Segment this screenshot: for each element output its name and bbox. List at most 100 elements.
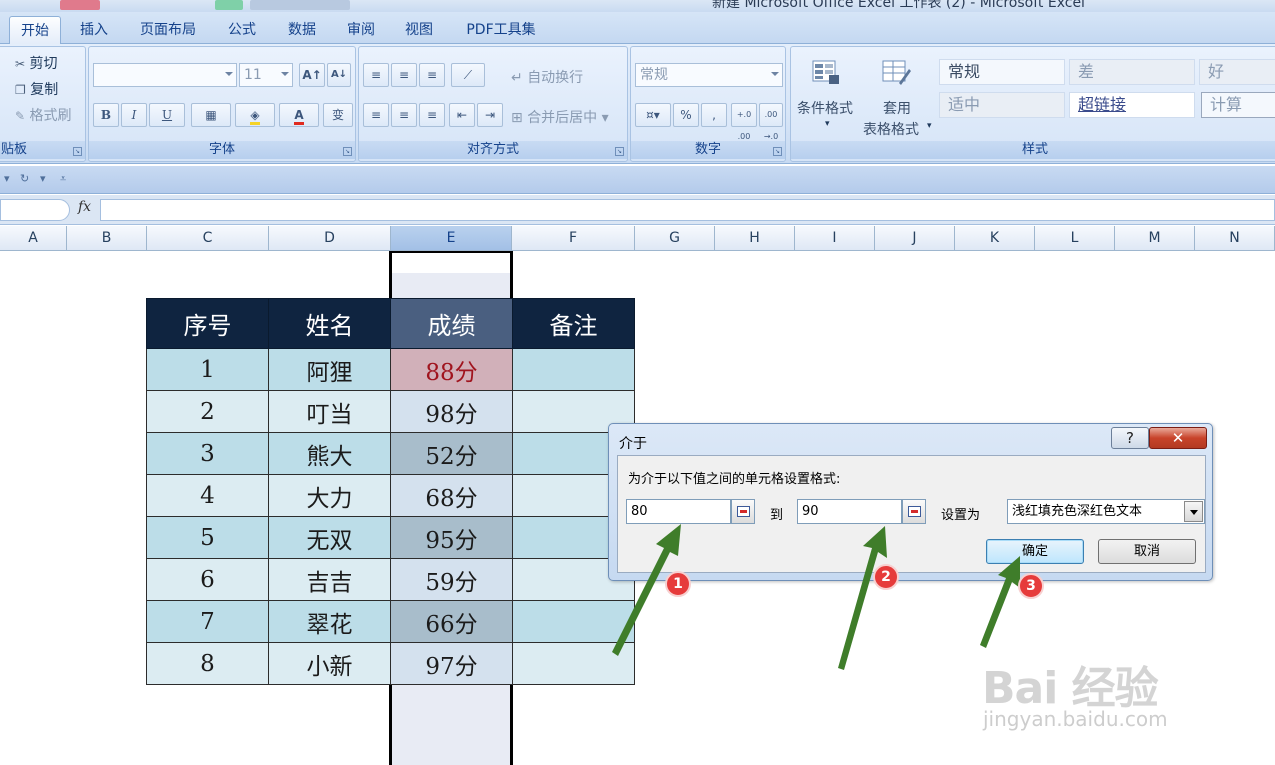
dialog-launcher-icon[interactable]: ↘ xyxy=(773,147,782,156)
cell-score[interactable]: 97分 xyxy=(390,642,513,685)
redo-icon[interactable]: ↻ xyxy=(20,172,29,185)
table-format-line2[interactable]: 表格格式 xyxy=(863,119,919,139)
cell-name[interactable]: 熊大 xyxy=(268,432,391,475)
to-value-input[interactable]: 90 xyxy=(797,499,902,524)
cell-note[interactable] xyxy=(512,348,635,391)
cell-score[interactable]: 66分 xyxy=(390,600,513,643)
tab-view[interactable]: 视图 xyxy=(393,16,445,44)
font-color-button[interactable]: A xyxy=(279,103,319,127)
cell-name[interactable]: 翠花 xyxy=(268,600,391,643)
comma-button[interactable]: , xyxy=(701,103,727,127)
cell-no[interactable]: 2 xyxy=(146,390,269,433)
cell-no[interactable]: 8 xyxy=(146,642,269,685)
cancel-button[interactable]: 取消 xyxy=(1098,539,1196,564)
column-header-h[interactable]: H xyxy=(715,226,795,251)
cell-name[interactable]: 小新 xyxy=(268,642,391,685)
cell-score[interactable]: 68分 xyxy=(390,474,513,517)
column-header-l[interactable]: L xyxy=(1035,226,1115,251)
shrink-font-button[interactable]: A↓ xyxy=(327,63,351,87)
column-header-a[interactable]: A xyxy=(0,226,67,251)
redo-dropdown-icon[interactable]: ▾ xyxy=(40,172,46,185)
font-name-combo[interactable] xyxy=(93,63,237,87)
align-right-button[interactable]: ≡ xyxy=(419,103,445,127)
column-header-n[interactable]: N xyxy=(1195,226,1275,251)
cut-button[interactable]: ✂ 剪切 xyxy=(15,53,58,73)
bold-button[interactable]: B xyxy=(93,103,119,127)
range-picker-icon[interactable] xyxy=(731,499,755,524)
cell-no[interactable]: 5 xyxy=(146,516,269,559)
currency-button[interactable]: ¤▾ xyxy=(635,103,671,127)
conditional-format-button[interactable]: 条件格式 xyxy=(797,98,853,118)
style-good[interactable]: 好 xyxy=(1199,59,1275,85)
cell-score-highlighted[interactable]: 88分 xyxy=(390,348,513,391)
column-header-f[interactable]: F xyxy=(512,226,635,251)
insert-function-icon[interactable]: fx xyxy=(78,199,91,215)
cell-note[interactable] xyxy=(512,642,635,685)
cell-score[interactable]: 98分 xyxy=(390,390,513,433)
style-hyperlink[interactable]: 超链接 xyxy=(1069,92,1195,118)
format-style-select[interactable]: 浅红填充色深红色文本 xyxy=(1007,499,1205,524)
font-size-combo[interactable]: 11 xyxy=(239,63,293,87)
column-header-d[interactable]: D xyxy=(269,226,391,251)
dialog-launcher-icon[interactable]: ↘ xyxy=(343,147,352,156)
header-note[interactable]: 备注 xyxy=(512,298,635,349)
cell-no[interactable]: 4 xyxy=(146,474,269,517)
align-center-button[interactable]: ≡ xyxy=(391,103,417,127)
column-header-c[interactable]: C xyxy=(147,226,269,251)
underline-button[interactable]: U xyxy=(149,103,185,127)
cell-no[interactable]: 3 xyxy=(146,432,269,475)
table-format-line1[interactable]: 套用 xyxy=(883,98,911,118)
cell-name[interactable]: 阿狸 xyxy=(268,348,391,391)
header-score[interactable]: 成绩 xyxy=(390,298,513,349)
cell-no[interactable]: 7 xyxy=(146,600,269,643)
decrease-indent-button[interactable]: ⇤ xyxy=(449,103,475,127)
close-button[interactable]: ✕ xyxy=(1149,427,1207,449)
column-header-g[interactable]: G xyxy=(635,226,715,251)
cell-score[interactable]: 59分 xyxy=(390,558,513,601)
column-header-e[interactable]: E xyxy=(391,226,512,251)
cell-note[interactable] xyxy=(512,600,635,643)
active-cell[interactable] xyxy=(391,251,512,273)
cell-no[interactable]: 6 xyxy=(146,558,269,601)
from-value-input[interactable]: 80 xyxy=(626,499,731,524)
formula-input[interactable] xyxy=(100,199,1275,221)
header-no[interactable]: 序号 xyxy=(146,298,269,349)
header-name[interactable]: 姓名 xyxy=(268,298,391,349)
style-calculation[interactable]: 计算 xyxy=(1201,92,1275,118)
cell-no[interactable]: 1 xyxy=(146,348,269,391)
cell-name[interactable]: 叮当 xyxy=(268,390,391,433)
align-top-button[interactable]: ≡ xyxy=(363,63,389,87)
align-middle-button[interactable]: ≡ xyxy=(391,63,417,87)
ok-button[interactable]: 确定 xyxy=(986,539,1084,564)
tab-data[interactable]: 数据 xyxy=(276,16,328,44)
fill-color-button[interactable]: ◈ xyxy=(235,103,275,127)
tab-review[interactable]: 审阅 xyxy=(335,16,387,44)
help-button[interactable]: ? xyxy=(1111,427,1149,449)
cell-name[interactable]: 吉吉 xyxy=(268,558,391,601)
cell-score[interactable]: 95分 xyxy=(390,516,513,559)
tab-page-layout[interactable]: 页面布局 xyxy=(130,16,206,44)
name-box[interactable] xyxy=(0,199,70,221)
tab-insert[interactable]: 插入 xyxy=(68,16,120,44)
cell-score[interactable]: 52分 xyxy=(390,432,513,475)
cell-name[interactable]: 大力 xyxy=(268,474,391,517)
grow-font-button[interactable]: A↑ xyxy=(299,63,325,87)
style-normal[interactable]: 常规 xyxy=(939,59,1065,85)
merge-center-button[interactable]: ⊞ 合并后居中 ▾ xyxy=(511,107,609,127)
copy-button[interactable]: ❐ 复制 xyxy=(15,79,58,99)
tab-home[interactable]: 开始 xyxy=(9,16,61,45)
align-bottom-button[interactable]: ≡ xyxy=(419,63,445,87)
column-header-b[interactable]: B xyxy=(67,226,147,251)
column-header-k[interactable]: K xyxy=(955,226,1035,251)
dialog-launcher-icon[interactable]: ↘ xyxy=(615,147,624,156)
chevron-down-icon[interactable] xyxy=(1184,501,1203,522)
tab-formulas[interactable]: 公式 xyxy=(216,16,268,44)
undo-dropdown-icon[interactable]: ▾ xyxy=(4,172,10,185)
style-bad[interactable]: 差 xyxy=(1069,59,1195,85)
number-format-combo[interactable]: 常规 xyxy=(635,63,783,87)
dialog-launcher-icon[interactable]: ↘ xyxy=(73,147,82,156)
column-header-i[interactable]: I xyxy=(795,226,875,251)
cell-name[interactable]: 无双 xyxy=(268,516,391,559)
increase-decimal-button[interactable]: +.0 .00 xyxy=(731,103,757,141)
wrap-text-button[interactable]: ↵ 自动换行 xyxy=(511,67,583,87)
